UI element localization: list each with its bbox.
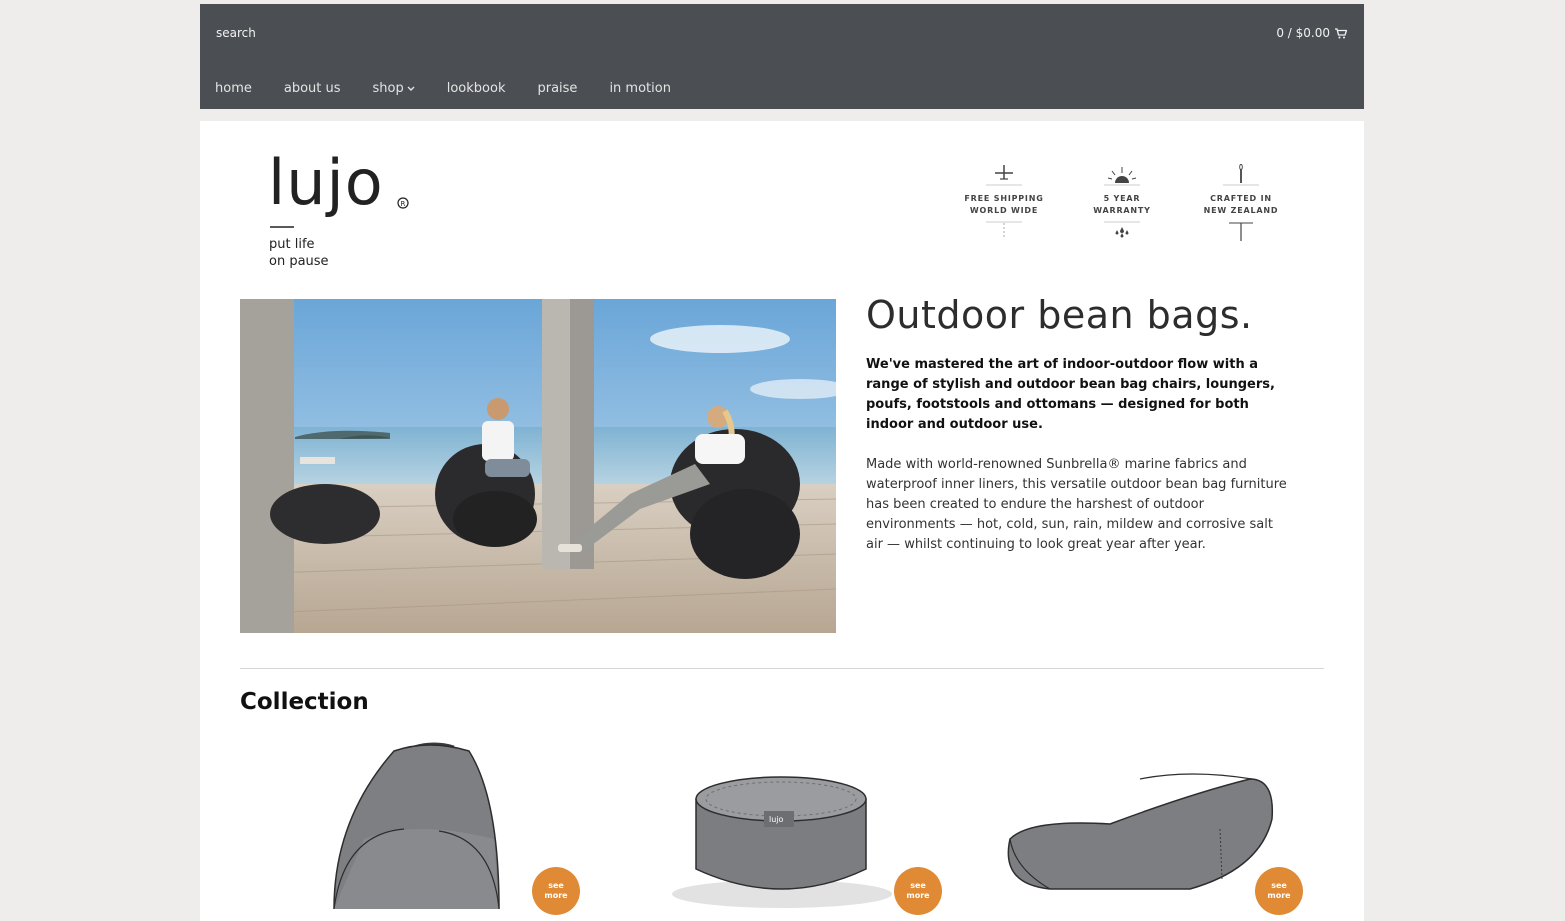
content-card: lujo R put life on pause FREE SHIPPING WO… [200,121,1364,921]
top-bar: 0 / $0.00 home about us shop lookbook pr… [200,4,1364,109]
logo-wordmark: lujo [268,147,384,219]
badge-divider-icon [986,221,1022,237]
page-heading: Outdoor bean bags. [866,293,1253,337]
chevron-down-icon [407,86,415,91]
nav-about-us[interactable]: about us [284,81,341,96]
see-more-line2: more [1267,891,1291,900]
see-more-line1: see [548,881,564,890]
nav-in-motion[interactable]: in motion [609,81,671,96]
hero-image [240,299,836,633]
lead-paragraph: We've mastered the art of indoor-outdoor… [866,357,1275,432]
badge-line1: CRAFTED IN [1210,194,1272,203]
see-more-line1: see [1271,881,1287,890]
collection-heading: Collection [240,689,369,715]
beach-scene-image [240,299,836,633]
tagline-line1: put life [269,237,315,252]
badge-free-shipping: FREE SHIPPING WORLD WIDE [958,163,1050,239]
nav-home[interactable]: home [215,81,252,96]
rain-icon [1104,221,1140,238]
badge-line1: FREE SHIPPING [964,194,1044,203]
product-label: lujo [769,815,784,824]
tagline: put life on pause [269,236,329,270]
plane-icon [986,165,1022,186]
badge-line2: NEW ZEALAND [1203,206,1279,215]
badge-line2: WORLD WIDE [969,206,1039,215]
nav-lookbook[interactable]: lookbook [447,81,506,96]
cart-total: 0 / $0.00 [1276,26,1330,40]
nav-shop[interactable]: shop [373,81,415,96]
svg-text:R: R [401,200,406,208]
logo-mark: lujo R [268,147,409,228]
badge-line2: WARRANTY [1093,206,1151,215]
main-nav: home about us shop lookbook praise in mo… [215,81,703,96]
badge-line1: 5 YEAR [1103,194,1141,203]
nav-shop-label: shop [372,81,404,96]
search-input[interactable] [216,26,516,40]
nav-praise[interactable]: praise [537,81,577,96]
thread-icon [1229,222,1253,241]
cart-button[interactable]: 0 / $0.00 [1276,26,1347,40]
badge-warranty: 5 YEAR WARRANTY [1076,163,1168,239]
badge-crafted: CRAFTED IN NEW ZEALAND [1195,163,1287,243]
brand-logo[interactable]: lujo R [268,147,413,229]
see-more-line2: more [906,891,930,900]
section-divider [240,668,1324,669]
see-more-line1: see [910,881,926,890]
tagline-line2: on pause [269,254,329,269]
see-more-line2: more [544,891,568,900]
sun-icon [1104,167,1140,186]
needle-icon [1223,164,1259,186]
body-paragraph: Made with world-renowned Sunbrella® mari… [866,457,1287,552]
cart-icon [1335,27,1347,38]
